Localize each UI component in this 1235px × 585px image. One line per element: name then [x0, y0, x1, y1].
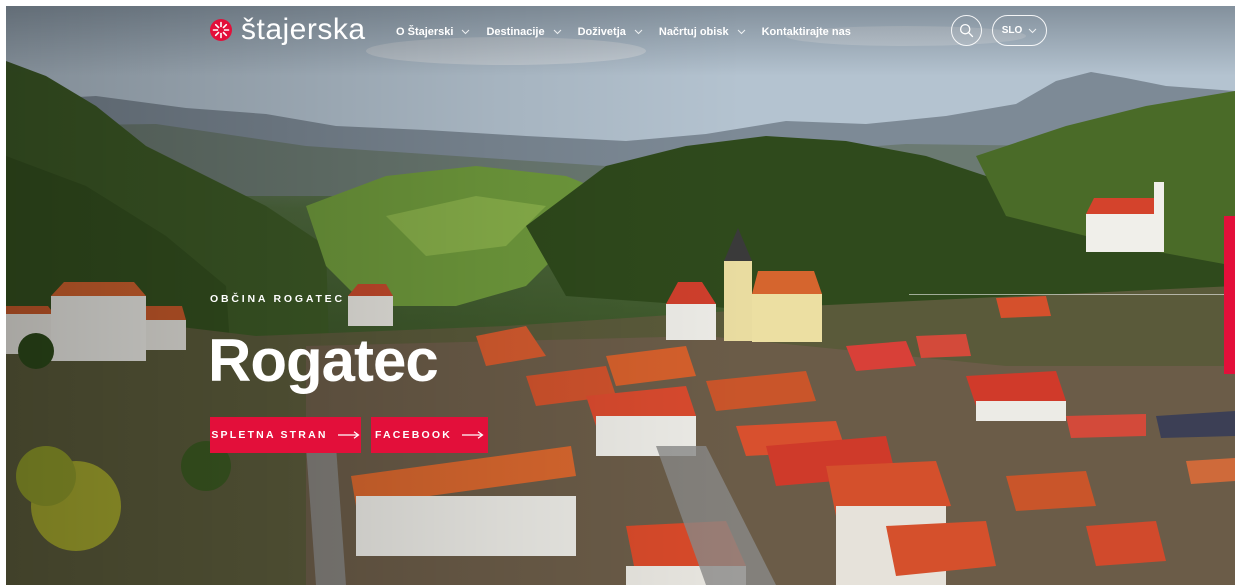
search-icon — [959, 23, 974, 38]
nav-item-destinacije[interactable]: Destinacije — [486, 26, 561, 38]
brand-name: štajerska — [241, 13, 366, 46]
side-panel-tab[interactable] — [1224, 216, 1235, 374]
hero-section: štajerska O Štajerski Destinacije Dožive… — [6, 6, 1235, 585]
language-label: SLO — [1001, 25, 1023, 36]
nav-label: Kontaktirajte nas — [761, 26, 851, 38]
hero-divider — [909, 294, 1235, 295]
nav-label: Doživetja — [577, 26, 626, 38]
chevron-down-icon — [553, 29, 561, 35]
hero-background-image — [6, 6, 1235, 585]
nav-item-nacrtuj-obisk[interactable]: Načrtuj obisk — [659, 26, 746, 38]
main-navigation: O Štajerski Destinacije Doživetja Načrtu… — [396, 26, 851, 38]
chevron-down-icon — [462, 29, 470, 35]
facebook-button[interactable]: FACEBOOK — [371, 417, 488, 453]
nav-label: Načrtuj obisk — [658, 26, 729, 38]
chevron-down-icon — [634, 29, 643, 35]
chevron-down-icon — [737, 29, 745, 35]
language-selector[interactable]: SLO — [992, 15, 1047, 46]
nav-item-dozivetja[interactable]: Doživetja — [578, 26, 643, 38]
brand-logo[interactable]: štajerska — [209, 15, 366, 45]
chevron-down-icon — [1028, 28, 1037, 33]
nav-item-kontaktirajte-nas[interactable]: Kontaktirajte nas — [762, 26, 851, 38]
arrow-right-icon — [337, 431, 360, 439]
nav-label: Destinacije — [486, 26, 545, 38]
hero-title: Rogatec — [208, 327, 439, 394]
hero-eyebrow: OBČINA ROGATEC — [210, 293, 345, 305]
website-button-label: SPLETNA STRAN — [211, 429, 328, 441]
brand-star-icon — [210, 19, 232, 41]
facebook-button-label: FACEBOOK — [374, 429, 453, 441]
arrow-right-icon — [462, 431, 484, 439]
search-button[interactable] — [951, 15, 982, 46]
site-header: štajerska O Štajerski Destinacije Dožive… — [6, 6, 1235, 66]
nav-label: O Štajerski — [396, 26, 454, 38]
nav-item-o-stajerski[interactable]: O Štajerski — [396, 26, 470, 38]
website-button[interactable]: SPLETNA STRAN — [210, 417, 361, 453]
